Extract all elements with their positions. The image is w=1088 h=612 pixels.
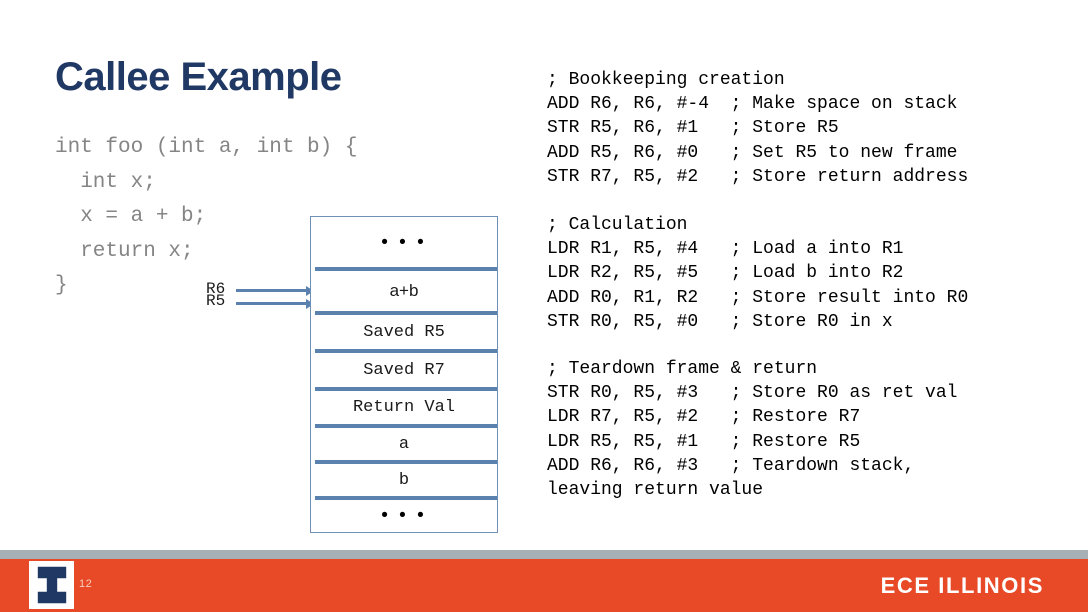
stack-row: Return Val: [311, 389, 497, 426]
stack-row-label: Saved R5: [363, 322, 445, 342]
arrow-r5-icon: [236, 299, 314, 309]
stack-row: b: [311, 462, 497, 498]
arrow-shaft: [236, 302, 306, 305]
illinois-block-i-logo-icon: [29, 561, 74, 609]
stack-row-label: a: [398, 434, 410, 454]
stack-row: Saved R7: [311, 351, 497, 389]
assembly-block-calculation: ; Calculation LDR R1, R5, #4 ; Load a in…: [547, 215, 969, 332]
stack-row: a: [311, 426, 497, 462]
page-number: 12: [79, 578, 93, 590]
assembly-block-teardown: ; Teardown frame & return STR R0, R5, #3…: [547, 359, 958, 501]
assembly-block-bookkeeping: ; Bookkeeping creation ADD R6, R6, #-4 ;…: [547, 70, 969, 187]
stack-row-label: b: [398, 470, 410, 490]
stack-row-label: Saved R7: [363, 360, 445, 380]
stack-row: a+b: [311, 269, 497, 313]
slide-canvas: Callee Example int foo (int a, int b) { …: [0, 0, 1088, 612]
stack-row: • • •: [311, 217, 497, 269]
footer-gray-rule: [0, 550, 1088, 559]
stack-row: Saved R5: [311, 313, 497, 351]
stack-row: • • •: [311, 498, 497, 534]
arrow-r6-icon: [236, 286, 314, 296]
arrow-shaft: [236, 289, 306, 292]
stack-row-label: a+b: [389, 281, 419, 300]
frame-pointer-label-r5: R5: [206, 292, 226, 310]
footer-brand-text: ECE ILLINOIS: [880, 573, 1044, 598]
stack-frame-diagram: • • • a+b Saved R5 Saved R7 Return Val a b • • …: [310, 216, 498, 533]
page-title: Callee Example: [55, 55, 342, 99]
stack-row-label: Return Val: [352, 398, 456, 417]
stack-row-label: • • •: [381, 505, 427, 526]
stack-row-label: • • •: [381, 232, 427, 253]
